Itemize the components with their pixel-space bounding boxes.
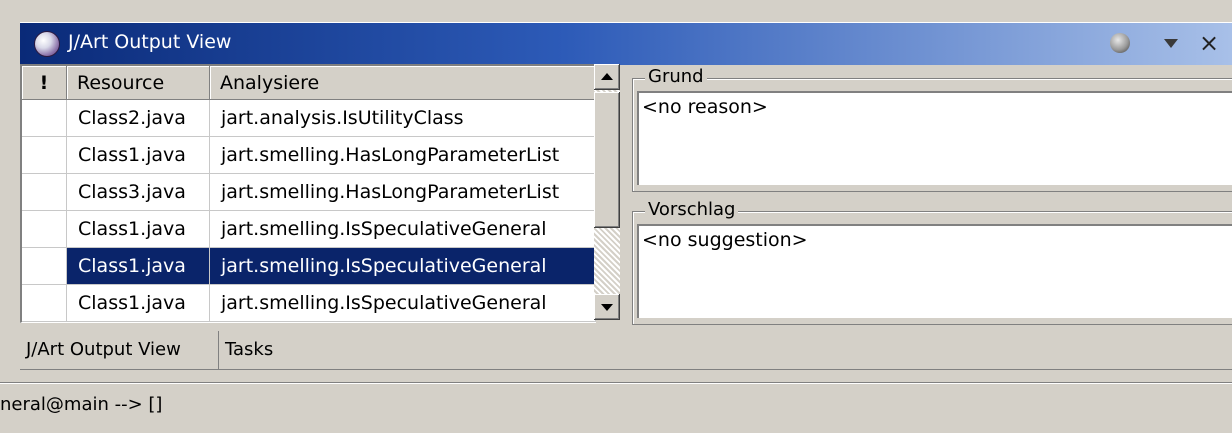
reason-label: Grund: [645, 66, 707, 87]
table-row[interactable]: Class2.java jart.analysis.IsUtilityClass: [22, 100, 596, 137]
table-row-selected[interactable]: Class1.java jart.smelling.IsSpeculativeG…: [22, 248, 596, 285]
tab-jart-output-view[interactable]: J/Art Output View: [20, 331, 219, 369]
resource-cell: Class3.java: [67, 174, 210, 211]
view-title-bar: J/Art Output View ×: [20, 22, 1232, 65]
resource-cell: Class1.java: [67, 285, 210, 322]
table-vertical-scrollbar[interactable]: [594, 64, 620, 320]
scroll-up-icon[interactable]: [594, 64, 620, 90]
scroll-thumb[interactable]: [594, 92, 620, 228]
scroll-down-icon[interactable]: [594, 294, 620, 320]
priority-cell: [22, 137, 67, 174]
table-body: Class2.java jart.analysis.IsUtilityClass…: [22, 100, 596, 322]
analyzer-cell: jart.smelling.IsSpeculativeGeneral: [210, 248, 596, 285]
priority-cell: [22, 174, 67, 211]
close-icon[interactable]: ×: [1195, 29, 1223, 57]
resource-cell: Class1.java: [67, 248, 210, 285]
tabs-divider: [20, 369, 1232, 370]
priority-cell: [22, 211, 67, 248]
view-tabs: J/Art Output View Tasks: [20, 331, 1232, 370]
suggestion-label: Vorschlag: [645, 199, 739, 220]
column-header-resource[interactable]: Resource: [67, 66, 210, 100]
resource-cell: Class2.java: [67, 100, 210, 137]
column-header-priority[interactable]: !: [22, 66, 67, 100]
results-table: ! Resource Analysiere Class2.java jart.a…: [20, 64, 596, 323]
priority-cell: [22, 285, 67, 322]
reason-textbox[interactable]: <no reason>: [637, 91, 1232, 185]
column-header-analyzer[interactable]: Analysiere: [210, 66, 596, 100]
status-text: neral@main --> []: [0, 394, 163, 415]
reason-group: Grund <no reason>: [632, 66, 1232, 192]
view-title: J/Art Output View: [68, 31, 232, 53]
view-menu-icon[interactable]: [1157, 29, 1185, 57]
tab-tasks[interactable]: Tasks: [219, 331, 299, 369]
table-row[interactable]: Class1.java jart.smelling.HasLongParamet…: [22, 137, 596, 174]
resource-cell: Class1.java: [67, 211, 210, 248]
analyzer-cell: jart.smelling.HasLongParameterList: [210, 174, 596, 211]
priority-cell: [22, 248, 67, 285]
status-bar: neral@main --> []: [0, 382, 1232, 433]
analyzer-cell: jart.smelling.IsSpeculativeGeneral: [210, 211, 596, 248]
priority-cell: [22, 100, 67, 137]
suggestion-textbox[interactable]: <no suggestion>: [637, 224, 1232, 318]
analyzer-cell: jart.analysis.IsUtilityClass: [210, 100, 596, 137]
resource-cell: Class1.java: [67, 137, 210, 174]
suggestion-group: Vorschlag <no suggestion>: [632, 199, 1232, 325]
globe-icon: [34, 31, 60, 57]
table-row[interactable]: Class1.java jart.smelling.IsSpeculativeG…: [22, 211, 596, 248]
app-frame: J/Art Output View × ! Resource Analysier…: [0, 0, 1232, 433]
analyzer-cell: jart.smelling.IsSpeculativeGeneral: [210, 285, 596, 322]
table-row[interactable]: Class3.java jart.smelling.HasLongParamet…: [22, 174, 596, 211]
table-row[interactable]: Class1.java jart.smelling.IsSpeculativeG…: [22, 285, 596, 322]
globe-icon[interactable]: [1110, 33, 1130, 53]
analyzer-cell: jart.smelling.HasLongParameterList: [210, 137, 596, 174]
